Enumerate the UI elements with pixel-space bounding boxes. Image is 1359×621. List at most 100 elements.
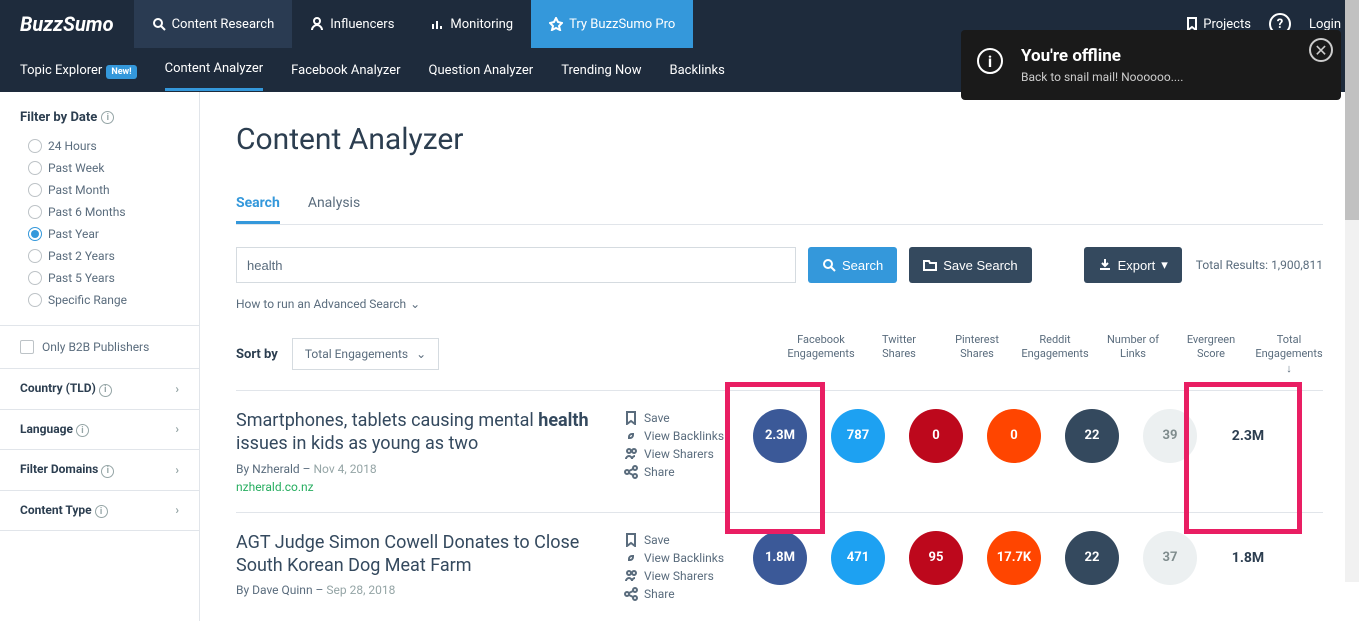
date-radio-6[interactable]: Past 5 Years	[0, 267, 199, 289]
metric-bubble[interactable]: 1.8M	[753, 531, 807, 585]
metric-bubble[interactable]: 17.7K	[987, 531, 1041, 585]
column-head[interactable]: Number of Links	[1099, 333, 1167, 376]
column-head[interactable]: Twitter Shares	[865, 333, 933, 376]
radio-icon	[28, 205, 42, 219]
total-engagements: 2.3M	[1214, 428, 1282, 444]
subnav-facebook-analyzer[interactable]: Facebook Analyzer	[291, 51, 400, 90]
filter-domains[interactable]: Filter Domains i›	[0, 450, 199, 491]
metric-bubble[interactable]: 471	[831, 531, 885, 585]
star-icon	[549, 17, 563, 31]
subnav-topic-explorer[interactable]: Topic ExplorerNew!	[20, 51, 137, 90]
result-domain[interactable]: nzherald.co.nz	[236, 480, 616, 494]
subnav-content-analyzer[interactable]: Content Analyzer	[165, 49, 264, 91]
result-title[interactable]: AGT Judge Simon Cowell Donates to Close …	[236, 531, 616, 578]
metric-bubble[interactable]: 37	[1143, 531, 1197, 585]
nav-content-research[interactable]: Content Research	[134, 0, 293, 48]
filter-country[interactable]: Country (TLD) i›	[0, 369, 199, 410]
tab-analysis[interactable]: Analysis	[308, 185, 360, 224]
result-title[interactable]: Smartphones, tablets causing mental heal…	[236, 409, 616, 456]
scrollbar[interactable]	[1345, 0, 1359, 582]
link-icon	[624, 551, 638, 565]
radio-icon	[28, 293, 42, 307]
metric-bubble[interactable]: 39	[1143, 409, 1197, 463]
info-icon: i	[95, 505, 108, 518]
nav-monitoring[interactable]: Monitoring	[412, 0, 531, 48]
radio-icon	[28, 227, 42, 241]
action-save[interactable]: Save	[624, 409, 746, 427]
only-b2b-checkbox[interactable]: Only B2B Publishers	[0, 325, 199, 369]
page-title: Content Analyzer	[236, 122, 1323, 157]
date-radio-4[interactable]: Past Year	[0, 223, 199, 245]
date-radio-2[interactable]: Past Month	[0, 179, 199, 201]
column-head[interactable]: Reddit Engagements	[1021, 333, 1089, 376]
person-icon	[310, 17, 324, 31]
search-button[interactable]: Search	[808, 247, 897, 283]
bars-icon	[430, 17, 444, 31]
link-icon	[624, 429, 638, 443]
chevron-down-icon: ⌄	[410, 297, 420, 311]
sort-select[interactable]: Total Engagements⌄	[292, 338, 439, 370]
subnav-trending-now[interactable]: Trending Now	[561, 51, 641, 90]
sort-by-label: Sort by	[236, 347, 278, 362]
nav-try-pro[interactable]: Try BuzzSumo Pro	[531, 0, 693, 48]
column-head[interactable]: Total Engagements ↓	[1255, 333, 1323, 376]
subnav-backlinks[interactable]: Backlinks	[669, 51, 724, 90]
nav-influencers[interactable]: Influencers	[292, 0, 412, 48]
result-actions: SaveView BacklinksView SharersShare	[616, 409, 746, 481]
action-share[interactable]: Share	[624, 463, 746, 481]
subnav-question-analyzer[interactable]: Question Analyzer	[429, 51, 534, 90]
toast-title: You're offline	[1021, 46, 1297, 66]
tab-search[interactable]: Search	[236, 185, 280, 224]
view-tabs: Search Analysis	[236, 185, 1323, 225]
date-radio-3[interactable]: Past 6 Months	[0, 201, 199, 223]
share-icon	[624, 587, 638, 601]
column-head[interactable]: Evergreen Score	[1177, 333, 1245, 376]
metric-bubble[interactable]: 22	[1065, 409, 1119, 463]
date-radio-0[interactable]: 24 Hours	[0, 135, 199, 157]
result-byline: By Dave Quinn – Sep 28, 2018	[236, 583, 616, 597]
search-icon	[152, 17, 166, 31]
filter-by-date-header: Filter by Datei	[0, 110, 199, 135]
result-actions: SaveView BacklinksView SharersShare	[616, 531, 746, 603]
filter-content-type[interactable]: Content Type i›	[0, 491, 199, 532]
radio-icon	[28, 271, 42, 285]
metric-bubble[interactable]: 0	[909, 409, 963, 463]
column-head[interactable]: Pinterest Shares	[943, 333, 1011, 376]
info-icon[interactable]: i	[101, 111, 114, 124]
date-radio-1[interactable]: Past Week	[0, 157, 199, 179]
column-head[interactable]: Facebook Engagements	[787, 333, 855, 376]
action-backlinks[interactable]: View Backlinks	[624, 427, 746, 445]
total-results: Total Results: 1,900,811	[1196, 258, 1323, 272]
folder-icon	[923, 258, 937, 272]
export-button[interactable]: Export▾	[1084, 247, 1182, 283]
download-icon	[1098, 258, 1112, 272]
search-input[interactable]	[236, 247, 796, 283]
logo[interactable]: BuzzSumo	[0, 0, 134, 48]
action-sharers[interactable]: View Sharers	[624, 445, 746, 463]
people-icon	[624, 569, 638, 583]
metric-bubble[interactable]: 787	[831, 409, 885, 463]
save-search-button[interactable]: Save Search	[909, 247, 1031, 283]
action-share[interactable]: Share	[624, 585, 746, 603]
result-row: Smartphones, tablets causing mental heal…	[236, 390, 1323, 512]
radio-icon	[28, 249, 42, 263]
metric-bubble[interactable]: 22	[1065, 531, 1119, 585]
info-icon: i	[76, 424, 89, 437]
close-icon[interactable]: ✕	[1309, 38, 1333, 62]
checkbox-icon	[20, 340, 34, 354]
info-icon: i	[101, 465, 114, 478]
toast-subtitle: Back to snail mail! Noooooo....	[1021, 70, 1297, 84]
metric-bubble[interactable]: 0	[987, 409, 1041, 463]
date-radio-7[interactable]: Specific Range	[0, 289, 199, 311]
metric-bubble[interactable]: 95	[909, 531, 963, 585]
metric-bubble[interactable]: 2.3M	[753, 409, 807, 463]
sidebar: Filter by Datei 24 HoursPast WeekPast Mo…	[0, 92, 200, 621]
date-radio-5[interactable]: Past 2 Years	[0, 245, 199, 267]
radio-icon	[28, 161, 42, 175]
bookmark-icon	[1185, 17, 1199, 31]
result-byline: By Nzherald – Nov 4, 2018	[236, 462, 616, 476]
filter-language[interactable]: Language i›	[0, 410, 199, 451]
action-backlinks[interactable]: View Backlinks	[624, 549, 746, 567]
action-save[interactable]: Save	[624, 531, 746, 549]
advanced-search-link[interactable]: How to run an Advanced Search⌄	[236, 297, 420, 311]
